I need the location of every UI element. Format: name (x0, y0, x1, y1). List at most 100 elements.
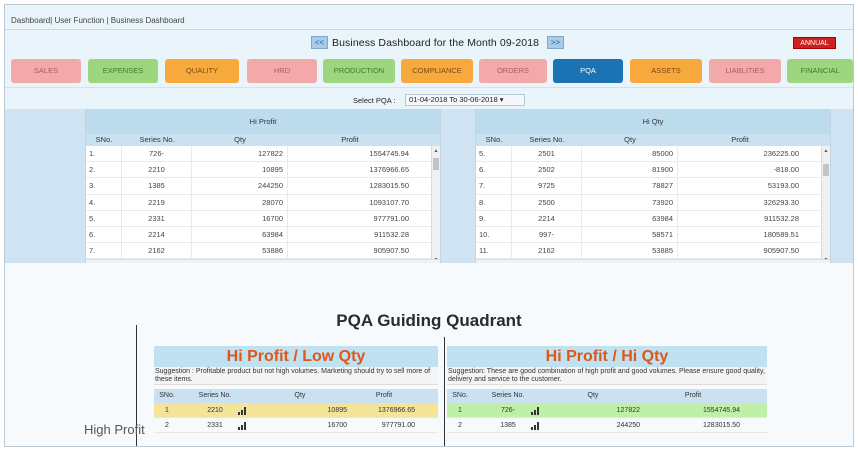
scroll-up-icon[interactable]: ▲ (432, 147, 440, 155)
sno-cell: 6. (86, 226, 122, 243)
middle-spacer (441, 109, 475, 264)
sno-cell: 5. (476, 146, 512, 162)
table-row[interactable]: 7. 2162 53886 905907.50 (86, 243, 440, 260)
hi-profit-header: SNo. Series No. Qty Profit (86, 134, 440, 146)
series-cell: 9725 (512, 178, 582, 194)
profit-cell: 1554745.94 (369, 149, 409, 158)
table-row[interactable]: 10. 997- 58571 180589.51 (476, 226, 830, 244)
bar-chart-icon[interactable] (531, 407, 541, 415)
scroll-thumb[interactable] (823, 164, 829, 176)
sno-cell: 1. (86, 146, 122, 162)
table-row[interactable]: 2 2331 16700 977791.00 (154, 418, 438, 433)
bar-chart-icon[interactable] (238, 407, 248, 415)
qty-cell: 244250 (192, 178, 288, 194)
sno-cell: 6. (476, 162, 512, 178)
bar-chart-icon[interactable] (531, 422, 541, 430)
page-title: Business Dashboard for the Month 09-2018 (332, 37, 540, 49)
next-month-button[interactable]: >> (547, 36, 564, 49)
hi-profit-hi-qty-title: Hi Profit / Hi Qty (447, 346, 767, 367)
quadrant-center-axis (444, 337, 445, 446)
hi-qty-title: Hi Qty (476, 110, 830, 134)
tab-production[interactable]: PRODUCTION (323, 59, 395, 83)
tab-hrd[interactable]: HRD (247, 59, 317, 83)
series-cell: 2214 (122, 226, 192, 243)
table-row[interactable]: 1. 726- 127822 1554745.94 (86, 146, 440, 163)
sno-cell: 7. (86, 243, 122, 259)
series-cell: 2501 (512, 146, 582, 162)
hi-qty-scrollbar[interactable]: ▲ ▼ (821, 146, 830, 265)
profit-cell: 905907.50 (373, 246, 409, 256)
sno-cell: 7. (476, 178, 512, 194)
col-qty: Qty (624, 135, 636, 144)
tab-pqa[interactable]: PQA (553, 59, 623, 83)
hi-qty-header: SNo. Series No. Qty Profit (476, 134, 830, 146)
sno-cell: 2 (458, 422, 462, 429)
profit-cell: 1376966.65 (369, 165, 409, 175)
table-row[interactable]: 6. 2502 81900 -818.00 (476, 162, 830, 179)
table-row[interactable]: 6. 2214 63984 911532.28 (86, 226, 440, 244)
table-row[interactable]: 8. 2500 73920 326293.30 (476, 194, 830, 211)
qty-cell: 63984 (582, 210, 678, 226)
tab-assets[interactable]: ASSETS (630, 59, 702, 83)
profit-cell: 977791.00 (381, 422, 415, 429)
high-profit-axis-label: High Profit (84, 422, 145, 437)
title-bar: << Business Dashboard for the Month 09-2… (5, 33, 853, 53)
pqa-period-select[interactable]: 01-04-2018 To 30-06-2018 ▾ (405, 94, 525, 106)
col-series: Series No. (491, 392, 525, 399)
tab-sales[interactable]: SALES (11, 59, 81, 83)
tab-compliance[interactable]: COMPLIANCE (401, 59, 473, 83)
qty-cell: 63984 (192, 226, 288, 243)
col-series: Series No. (198, 392, 232, 399)
scroll-up-icon[interactable]: ▲ (822, 147, 830, 155)
sno-cell: 11. (476, 243, 512, 259)
hi-profit-table: Hi Profit SNo. Series No. Qty Profit 1. 7… (85, 109, 441, 266)
series-cell: 2502 (512, 162, 582, 178)
annual-button[interactable]: ANNUAL (793, 37, 836, 49)
hi-profit-low-qty-title: Hi Profit / Low Qty (154, 346, 438, 367)
tab-financial[interactable]: FINANCIAL (787, 59, 853, 83)
col-profit: Profit (684, 392, 702, 399)
series-cell: 1385 (473, 418, 543, 432)
series-text: 726- (500, 407, 515, 414)
sno-cell: 5. (86, 210, 122, 226)
table-row[interactable]: 9. 2214 63984 911532.28 (476, 210, 830, 227)
sno-cell: 2. (86, 162, 122, 178)
profit-cell: 977791.00 (373, 213, 409, 223)
scroll-thumb[interactable] (433, 158, 439, 170)
tab-quality[interactable]: QUALITY (165, 59, 239, 83)
hi-qty-table: Hi Qty SNo. Series No. Qty Profit 5. 2501… (475, 109, 831, 266)
table-row[interactable]: 1 2210 10895 1376966.65 (154, 403, 438, 418)
pqa-select-label: Select PQA : (353, 96, 396, 105)
col-series: Series No. (139, 135, 175, 144)
profit-cell: 236225.00 (763, 149, 799, 158)
table-row[interactable]: 11. 2162 53885 905907.50 (476, 243, 830, 260)
qty-cell: 81900 (582, 162, 678, 178)
series-cell: 2331 (122, 210, 192, 226)
hi-profit-rows: 1. 726- 127822 1554745.94 2. 2210 10895 1376966… (86, 146, 440, 265)
tab-orders[interactable]: ORDERS (479, 59, 547, 83)
series-cell: 2500 (512, 194, 582, 210)
table-row[interactable]: 3. 1385 244250 1283015.50 (86, 178, 440, 195)
table-row[interactable]: 5. 2331 16700 977791.00 (86, 210, 440, 227)
profit-cell: 180589.51 (763, 229, 799, 239)
prev-month-button[interactable]: << (311, 36, 328, 49)
series-cell: 726- (122, 146, 192, 162)
qty-cell: 127822 (192, 146, 288, 162)
table-row[interactable]: 4. 2219 28070 1093107.70 (86, 194, 440, 211)
tab-expenses[interactable]: EXPENSES (88, 59, 158, 83)
table-row[interactable]: 1 726- 127822 1554745.94 (447, 403, 767, 418)
hi-profit-scrollbar[interactable]: ▲ ▼ (431, 146, 440, 265)
table-row[interactable]: 5. 2501 85000 236225.00 (476, 146, 830, 163)
bar-chart-icon[interactable] (238, 422, 248, 430)
series-cell: 2214 (512, 210, 582, 226)
qty-cell: 53886 (192, 243, 288, 259)
qty-cell: 10895 (327, 407, 347, 414)
tab-liablities[interactable]: LIABLITIES (709, 59, 781, 83)
series-cell: 1385 (122, 178, 192, 194)
series-cell: 2210 (180, 403, 250, 417)
breadcrumb-divider (5, 29, 853, 30)
table-row[interactable]: 2 1385 244250 1283015.50 (447, 418, 767, 433)
table-row[interactable]: 7. 9725 78827 53193.00 (476, 178, 830, 195)
qty-cell: 53885 (582, 243, 678, 259)
table-row[interactable]: 2. 2210 10895 1376966.65 (86, 162, 440, 179)
